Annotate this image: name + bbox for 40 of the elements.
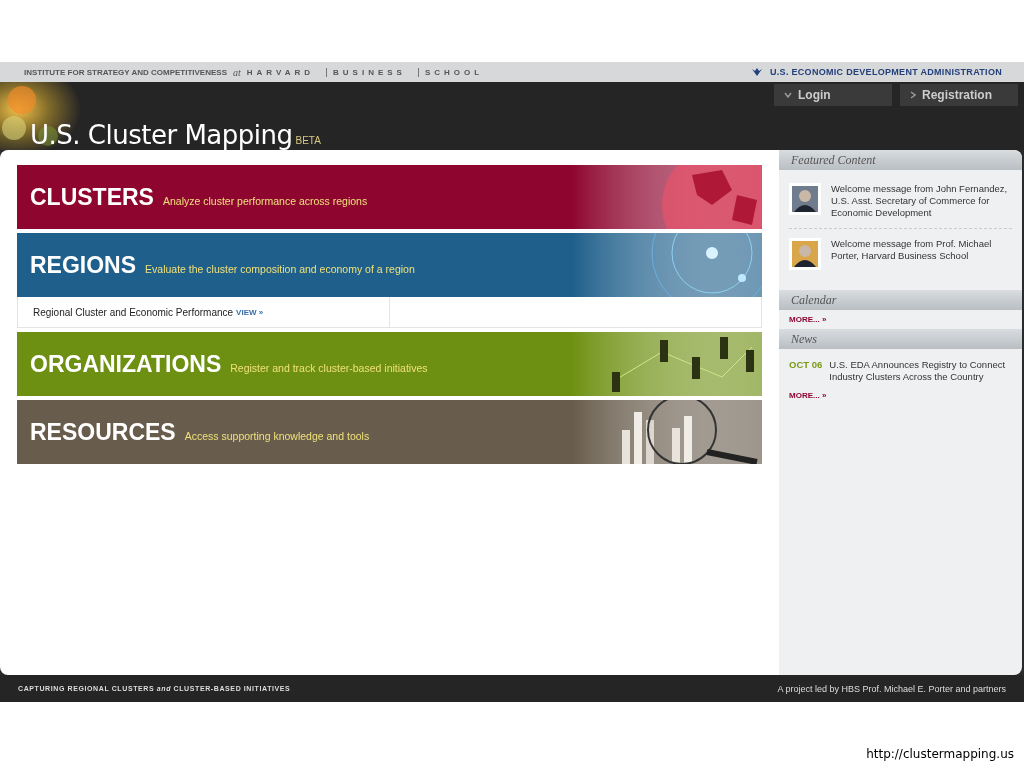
featured-link[interactable]: Welcome message from Prof. Michael Porter, Harvard Business School (831, 238, 1012, 262)
more-link[interactable]: MORE... » (779, 310, 1022, 329)
connector-text: at (233, 66, 241, 78)
footer-credit: A project led by HBS Prof. Michael E. Porter and partners (777, 683, 1006, 694)
section-banner[interactable]: ORGANIZATIONS Register and track cluster-based initiatives (17, 332, 762, 396)
panel-heading: Featured Content (779, 150, 1022, 170)
institute-name: INSTITUTE FOR STRATEGY AND COMPETITIVENESS (24, 67, 227, 77)
section-title: ORGANIZATIONS (30, 350, 222, 378)
section-banner[interactable]: CLUSTERS Analyze cluster performance across regions (17, 165, 762, 229)
section-title: REGIONS (30, 251, 137, 279)
site-title: U.S. Cluster Mapping (30, 120, 293, 150)
section-title: CLUSTERS (30, 183, 154, 211)
section-tagline: Register and track cluster-based initiatives (230, 360, 428, 374)
eagle-icon (750, 67, 764, 77)
chevron-right-icon (910, 91, 916, 99)
section-tagline: Access supporting knowledge and tools (184, 428, 370, 442)
more-link[interactable]: MORE... » (779, 386, 1022, 405)
section-tagline: Analyze cluster performance across regions (162, 193, 368, 207)
news-date: OCT 06 (789, 359, 823, 372)
panel-heading: Calendar (779, 290, 1022, 310)
slide-caption: http://clustermapping.us (866, 747, 1014, 761)
partner-name[interactable]: U.S. ECONOMIC DEVELOPMENT ADMINISTRATION (770, 67, 1002, 77)
view-link[interactable]: VIEW » (236, 307, 264, 317)
report-title: Regional Cluster and Economic Performance (33, 306, 234, 318)
beta-label: BETA (295, 135, 321, 148)
news-link[interactable]: U.S. EDA Announces Registry to Connect Industry Clusters Across the Country (829, 359, 1012, 383)
section-banner[interactable]: REGIONS Evaluate the cluster composition and economy of a region (17, 233, 762, 297)
panel-heading: News (779, 329, 1022, 349)
section-title: RESOURCES (30, 418, 176, 446)
registration-button[interactable]: Registration (900, 84, 1018, 106)
featured-link[interactable]: Welcome message from John Fernandez, U.S. Asst. Secretary of Commerce for Economic Development (831, 183, 1012, 219)
section-banner[interactable]: RESOURCES Access supporting knowledge and tools (17, 400, 762, 464)
school-name-word: SCHOOL (417, 67, 490, 77)
avatar-icon (792, 241, 818, 267)
school-name-word: BUSINESS (326, 67, 412, 77)
section-tagline: Evaluate the cluster composition and economy of a region (145, 261, 415, 275)
chevron-down-icon (784, 92, 792, 98)
avatar-icon (792, 186, 818, 212)
school-name-word: HARVARD (246, 67, 316, 77)
login-button[interactable]: Login (774, 84, 892, 106)
